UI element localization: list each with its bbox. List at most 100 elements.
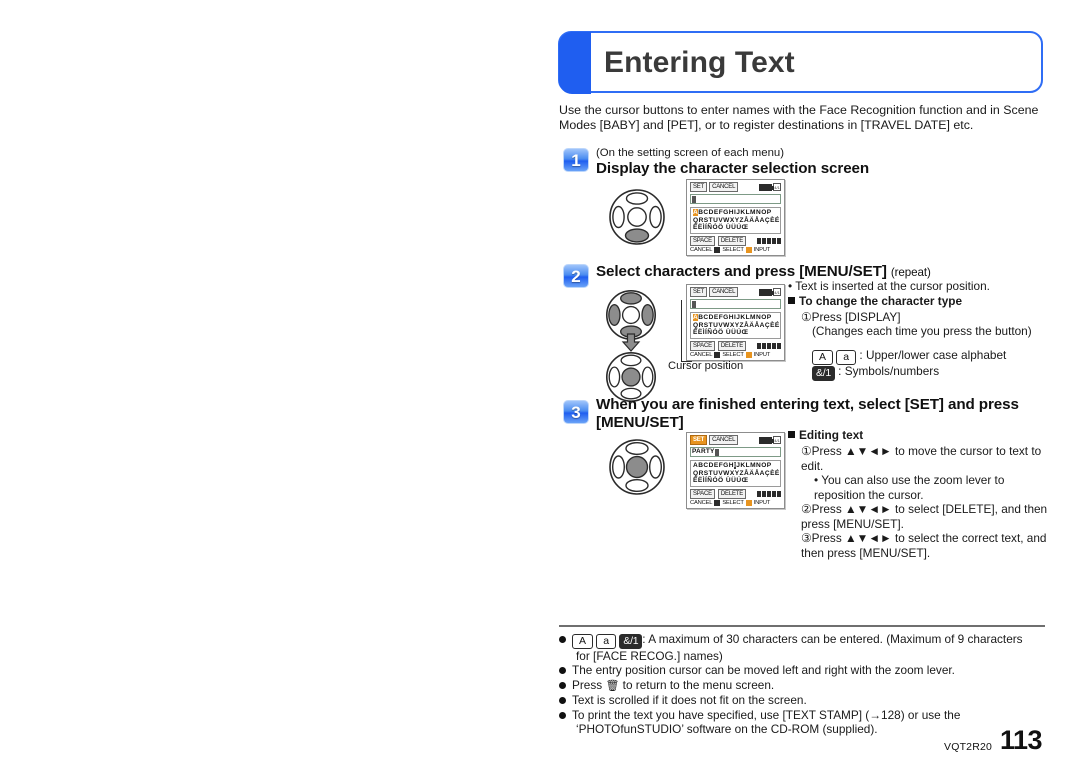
note-item: Text is scrolled if it does not fit on t…: [559, 693, 1049, 707]
step-1-heading: Display the character selection screen: [596, 160, 870, 177]
round-bullet-icon: [559, 636, 566, 643]
keycap-symbols[interactable]: &/1: [812, 366, 835, 381]
battery-indicator: 4/1: [759, 288, 781, 296]
char-row-1: ABCDEFGHIJKLMNOP: [693, 314, 772, 321]
notes-list: A a &/1: A maximum of 30 characters can …: [559, 632, 1049, 736]
step-3-badge: 3: [563, 400, 589, 424]
lcd-space-button[interactable]: SPACE: [690, 488, 715, 499]
page-title: Entering Text: [604, 46, 795, 79]
lcd-character-grid[interactable]: ABCDEFGHIJKLMNOP QRSTUVWXYZÅÄÅAÇÈÉ ÊËÌÍÑ…: [690, 312, 781, 339]
lcd-space-button[interactable]: SPACE: [690, 235, 715, 246]
step-1-note: (On the setting screen of each menu): [596, 147, 785, 159]
lcd-screen-step1: SET CANCEL 4/1 ABCDEFGHIJKLMNOP QRSTUVWX…: [686, 179, 785, 256]
lcd-cancel-button[interactable]: CANCEL: [709, 287, 739, 297]
step-3-line1b: • You can also use the zoom lever to rep…: [814, 473, 1005, 502]
lcd-screen-step2: SET CANCEL 4/1 ABCDEFGHIJKLMNOP QRSTUVWX…: [686, 284, 785, 361]
manual-page: Entering Text Use the cursor buttons to …: [0, 0, 1080, 765]
lcd-foot-select: SELECT: [722, 246, 744, 253]
notes-divider: [559, 625, 1045, 627]
legend-symbols-text: : Symbols/numbers: [838, 364, 940, 378]
note-text-cont: ‘PHOTOfunSTUDIO’ software on the CD-ROM …: [576, 722, 878, 737]
step-3-subheading: Editing text: [799, 428, 864, 442]
note-item: To print the text you have specified, us…: [559, 708, 1049, 737]
battery-indicator: 4/1: [759, 436, 781, 444]
keycap-symbols[interactable]: &/1: [619, 634, 643, 649]
intro-paragraph: Use the cursor buttons to enter names wi…: [559, 103, 1039, 133]
lcd-foot-input: INPUT: [753, 499, 771, 506]
lcd-text-field[interactable]: [690, 194, 781, 204]
step-2-subheading: To change the character type: [799, 294, 963, 308]
keycap-lowercase-a[interactable]: a: [596, 634, 617, 649]
trash-glyph-icon: [714, 499, 721, 506]
lcd-delete-button[interactable]: DELETE: [717, 340, 747, 351]
lcd-screen-step3: SET CANCEL 4/1 PARTY ABCDEFGHIJKLMNOP QR…: [686, 432, 785, 509]
char-row-3: ÊËÌÍÑÓÖ ÙÜÚŒ: [693, 477, 749, 485]
lcd-typed-text: PARTY: [692, 448, 715, 455]
cursor-dpad-down: [608, 188, 666, 251]
step-2-line2: (Changes each time you press the button): [812, 324, 1032, 338]
round-bullet-icon: [559, 667, 566, 675]
note-item: The entry position cursor can be moved l…: [559, 663, 1049, 677]
page-number: 113: [1000, 725, 1043, 755]
trash-glyph-icon: [714, 351, 721, 358]
document-code: VQT2R20: [944, 741, 993, 753]
note-text-post: to return to the menu screen.: [619, 677, 775, 692]
lcd-foot-select: SELECT: [722, 351, 744, 358]
step-3-heading: When you are finished entering text, sel…: [596, 396, 1019, 431]
trash-glyph-icon: [714, 246, 721, 253]
note-text: To print the text you have specified, us…: [572, 707, 961, 722]
lcd-delete-button[interactable]: DELETE: [717, 488, 747, 499]
step-2-line1: ①Press [DISPLAY]: [801, 310, 901, 324]
step-2-legend-symbols: &/1 : Symbols/numbers: [812, 364, 1052, 381]
battery-indicator: 4/1: [759, 183, 781, 191]
cursor-dpad-center: [608, 438, 666, 501]
lcd-foot-cancel: CANCEL: [690, 499, 713, 506]
keycap-lowercase-a[interactable]: a: [836, 350, 857, 365]
zoom-lever-icon: [757, 490, 781, 497]
lcd-set-button[interactable]: SET: [690, 435, 708, 445]
page-title-box: Entering Text: [558, 31, 1043, 94]
trash-icon: 🗑: [605, 679, 620, 692]
step-2-heading: Select characters and press [MENU/SET]: [596, 263, 887, 280]
step-2-subheading-row: To change the character type: [788, 294, 1050, 309]
lcd-character-grid[interactable]: ABCDEFGHIJKLMNOP QRSTUVWXYZÅÄÅAÇÈÉ ÊËÌÍÑ…: [690, 460, 781, 487]
lcd-delete-button[interactable]: DELETE: [717, 235, 747, 246]
square-bullet-icon: [788, 297, 795, 304]
lcd-set-button[interactable]: SET: [690, 287, 708, 297]
lcd-text-field[interactable]: [690, 299, 781, 309]
note-text-pre: Press: [572, 677, 606, 692]
battery-label: 4/1: [773, 288, 781, 296]
step-3-line1: ①Press ▲▼◄► to move the cursor to text t…: [801, 444, 1042, 473]
lcd-foot-select: SELECT: [722, 499, 744, 506]
note-text-cont: for [FACE RECOG.] names): [576, 649, 723, 663]
battery-label: 4/1: [773, 183, 781, 191]
lcd-cancel-button[interactable]: CANCEL: [709, 182, 739, 192]
step-2-bullet: • Text is inserted at the cursor positio…: [788, 279, 990, 293]
step-2-heading-suffix: (repeat): [890, 266, 931, 279]
lcd-space-button[interactable]: SPACE: [690, 340, 715, 351]
menu-set-glyph-icon: [745, 351, 752, 358]
title-accent-bar: [559, 32, 591, 94]
menu-set-glyph-icon: [745, 246, 752, 253]
zoom-lever-icon: [757, 342, 781, 349]
lcd-character-grid[interactable]: ABCDEFGHIJKLMNOP QRSTUVWXYZÅÄÅAÇÈÉ ÊËÌÍÑ…: [690, 207, 781, 234]
cursor-position-label: Cursor position: [668, 360, 744, 372]
char-row-3: ÊËÌÍÑÓÖ ÙÜÚŒ: [693, 224, 749, 232]
battery-label: 4/1: [773, 436, 781, 444]
step-3-line2: ②Press ▲▼◄► to select [DELETE], and then…: [801, 502, 1048, 531]
note-text: The entry position cursor can be moved l…: [572, 663, 955, 678]
step-1-badge: 1: [563, 148, 589, 172]
lcd-foot-input: INPUT: [753, 246, 771, 253]
lcd-foot-cancel: CANCEL: [690, 246, 713, 253]
round-bullet-icon: [559, 681, 566, 689]
keycap-uppercase-a[interactable]: A: [812, 350, 834, 365]
lcd-set-button[interactable]: SET: [690, 182, 708, 192]
keycap-uppercase-a[interactable]: A: [572, 634, 594, 649]
note-item: Press 🗑 to return to the menu screen.: [559, 678, 1049, 693]
legend-alpha-text: : Upper/lower case alphabet: [859, 348, 1007, 362]
lcd-text-field[interactable]: PARTY: [690, 447, 781, 457]
text-caret: [692, 300, 696, 308]
lcd-cancel-button[interactable]: CANCEL: [709, 435, 739, 445]
callout-vertical-line: [681, 300, 682, 362]
lcd-foot-cancel: CANCEL: [690, 351, 713, 358]
